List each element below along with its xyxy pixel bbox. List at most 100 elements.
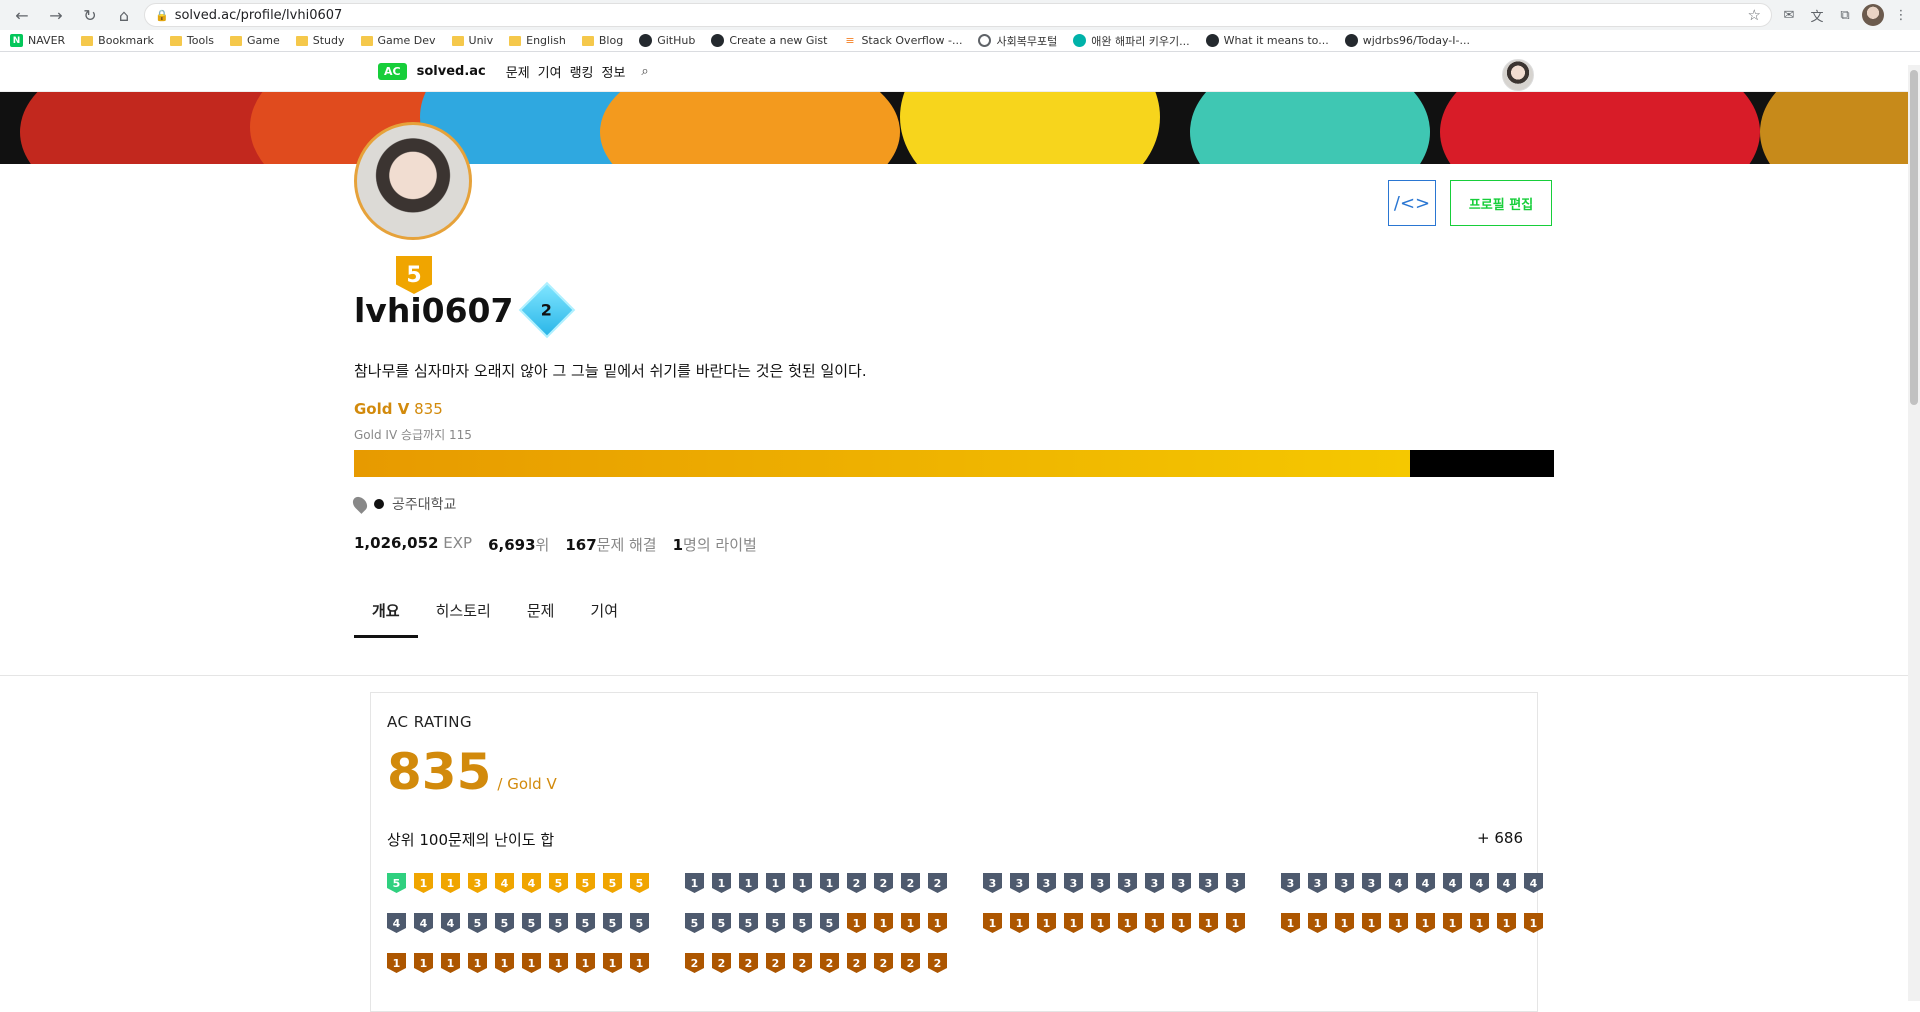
- problem-tier-badge[interactable]: 5: [685, 913, 704, 933]
- problem-tier-badge[interactable]: 3: [1335, 873, 1354, 893]
- problem-tier-badge[interactable]: 2: [928, 873, 947, 893]
- problem-tier-badge[interactable]: 3: [1199, 873, 1218, 893]
- problem-tier-badge[interactable]: 5: [712, 913, 731, 933]
- problem-tier-badge[interactable]: 5: [793, 913, 812, 933]
- problem-tier-badge[interactable]: 2: [874, 873, 893, 893]
- problem-tier-badge[interactable]: 1: [387, 953, 406, 973]
- problem-tier-badge[interactable]: 1: [1064, 913, 1083, 933]
- bookmark-item[interactable]: Blog: [581, 34, 623, 47]
- problem-tier-badge[interactable]: 4: [1470, 873, 1489, 893]
- bookmark-item[interactable]: Study: [295, 34, 345, 47]
- problem-tier-badge[interactable]: 5: [549, 873, 568, 893]
- problem-tier-badge[interactable]: 4: [1416, 873, 1435, 893]
- problem-tier-badge[interactable]: 5: [522, 913, 541, 933]
- problem-tier-badge[interactable]: 1: [1443, 913, 1462, 933]
- problem-tier-badge[interactable]: 5: [549, 913, 568, 933]
- problem-tier-badge[interactable]: 3: [468, 873, 487, 893]
- search-icon[interactable]: ⌕: [641, 64, 648, 79]
- problem-tier-badge[interactable]: 5: [603, 913, 622, 933]
- problem-tier-badge[interactable]: 2: [928, 953, 947, 973]
- browser-profile-avatar[interactable]: [1862, 4, 1884, 26]
- problem-tier-badge[interactable]: 4: [1389, 873, 1408, 893]
- problem-tier-badge[interactable]: 2: [793, 953, 812, 973]
- problem-tier-badge[interactable]: 2: [901, 873, 920, 893]
- edit-profile-button[interactable]: 프로필 편집: [1450, 180, 1552, 226]
- problem-tier-badge[interactable]: 4: [441, 913, 460, 933]
- problem-tier-badge[interactable]: 1: [766, 873, 785, 893]
- problem-tier-badge[interactable]: 2: [847, 953, 866, 973]
- problem-tier-badge[interactable]: 3: [1172, 873, 1191, 893]
- scrollbar-thumb[interactable]: [1910, 70, 1918, 405]
- problem-tier-badge[interactable]: 5: [630, 873, 649, 893]
- back-icon[interactable]: ←: [8, 1, 36, 29]
- profile-avatar[interactable]: [354, 122, 472, 240]
- problem-tier-badge[interactable]: 1: [1308, 913, 1327, 933]
- problem-tier-badge[interactable]: 5: [387, 873, 406, 893]
- problem-tier-badge[interactable]: 1: [495, 953, 514, 973]
- nav-contribute[interactable]: 기여: [538, 62, 562, 81]
- nav-info[interactable]: 정보: [602, 62, 626, 81]
- problem-tier-badge[interactable]: 1: [901, 913, 920, 933]
- problem-tier-badge[interactable]: 1: [1335, 913, 1354, 933]
- forward-icon[interactable]: →: [42, 1, 70, 29]
- problem-tier-badge[interactable]: 1: [847, 913, 866, 933]
- problem-tier-badge[interactable]: 3: [1308, 873, 1327, 893]
- problem-tier-badge[interactable]: 1: [1389, 913, 1408, 933]
- mail-icon[interactable]: ✉: [1778, 4, 1800, 26]
- class-badge[interactable]: 2: [519, 281, 576, 339]
- problem-tier-badge[interactable]: 1: [414, 953, 433, 973]
- extensions-icon[interactable]: ⧉: [1834, 4, 1856, 26]
- home-icon[interactable]: ⌂: [110, 1, 138, 29]
- translate-icon[interactable]: 文: [1806, 4, 1828, 26]
- problem-tier-badge[interactable]: 3: [1226, 873, 1245, 893]
- problem-tier-badge[interactable]: 3: [1362, 873, 1381, 893]
- problem-tier-badge[interactable]: 4: [1524, 873, 1543, 893]
- problem-tier-badge[interactable]: 3: [1281, 873, 1300, 893]
- problem-tier-badge[interactable]: 1: [1199, 913, 1218, 933]
- problem-tier-badge[interactable]: 1: [685, 873, 704, 893]
- problem-tier-badge[interactable]: 1: [1281, 913, 1300, 933]
- problem-tier-badge[interactable]: 1: [739, 873, 758, 893]
- problem-tier-badge[interactable]: 1: [793, 873, 812, 893]
- problem-tier-badge[interactable]: 2: [820, 953, 839, 973]
- bookmark-item[interactable]: What it means to...: [1205, 34, 1329, 47]
- problem-tier-badge[interactable]: 1: [1497, 913, 1516, 933]
- tab-problems[interactable]: 문제: [509, 586, 573, 638]
- address-bar[interactable]: 🔒 solved.ac/profile/lvhi0607 ☆: [144, 3, 1772, 27]
- problem-tier-badge[interactable]: 4: [1443, 873, 1462, 893]
- problem-tier-badge[interactable]: 1: [603, 953, 622, 973]
- problem-tier-badge[interactable]: 4: [387, 913, 406, 933]
- problem-tier-badge[interactable]: 1: [522, 953, 541, 973]
- bookmark-item[interactable]: ≡ Stack Overflow -...: [843, 34, 962, 47]
- problem-tier-badge[interactable]: 2: [766, 953, 785, 973]
- problem-tier-badge[interactable]: 3: [1118, 873, 1137, 893]
- site-name[interactable]: solved.ac: [417, 64, 486, 79]
- problem-tier-badge[interactable]: 2: [847, 873, 866, 893]
- problem-tier-badge[interactable]: 1: [441, 953, 460, 973]
- problem-tier-badge[interactable]: 2: [901, 953, 920, 973]
- problem-tier-badge[interactable]: 3: [1091, 873, 1110, 893]
- problem-tier-badge[interactable]: 1: [414, 873, 433, 893]
- problem-tier-badge[interactable]: 2: [685, 953, 704, 973]
- bookmark-item[interactable]: English: [509, 34, 566, 47]
- bookmark-item[interactable]: Game Dev: [360, 34, 436, 47]
- problem-tier-badge[interactable]: 1: [468, 953, 487, 973]
- code-button[interactable]: /<>: [1388, 180, 1436, 226]
- reload-icon[interactable]: ↻: [76, 1, 104, 29]
- problem-tier-badge[interactable]: 1: [1091, 913, 1110, 933]
- tab-history[interactable]: 히스토리: [418, 586, 509, 638]
- problem-tier-badge[interactable]: 2: [739, 953, 758, 973]
- url-text[interactable]: solved.ac/profile/lvhi0607: [175, 8, 343, 23]
- problem-tier-badge[interactable]: 1: [874, 913, 893, 933]
- problem-tier-badge[interactable]: 3: [1037, 873, 1056, 893]
- problem-tier-badge[interactable]: 1: [1226, 913, 1245, 933]
- bookmark-item[interactable]: wjdrbs96/Today-I-...: [1344, 34, 1470, 47]
- tab-contributions[interactable]: 기여: [572, 586, 636, 638]
- problem-tier-badge[interactable]: 1: [630, 953, 649, 973]
- bookmark-item[interactable]: N NAVER: [10, 34, 65, 47]
- bookmark-item[interactable]: GitHub: [639, 34, 695, 47]
- problem-tier-badge[interactable]: 2: [874, 953, 893, 973]
- bookmark-star-icon[interactable]: ☆: [1748, 6, 1761, 24]
- tab-overview[interactable]: 개요: [354, 586, 418, 638]
- problem-tier-badge[interactable]: 3: [1010, 873, 1029, 893]
